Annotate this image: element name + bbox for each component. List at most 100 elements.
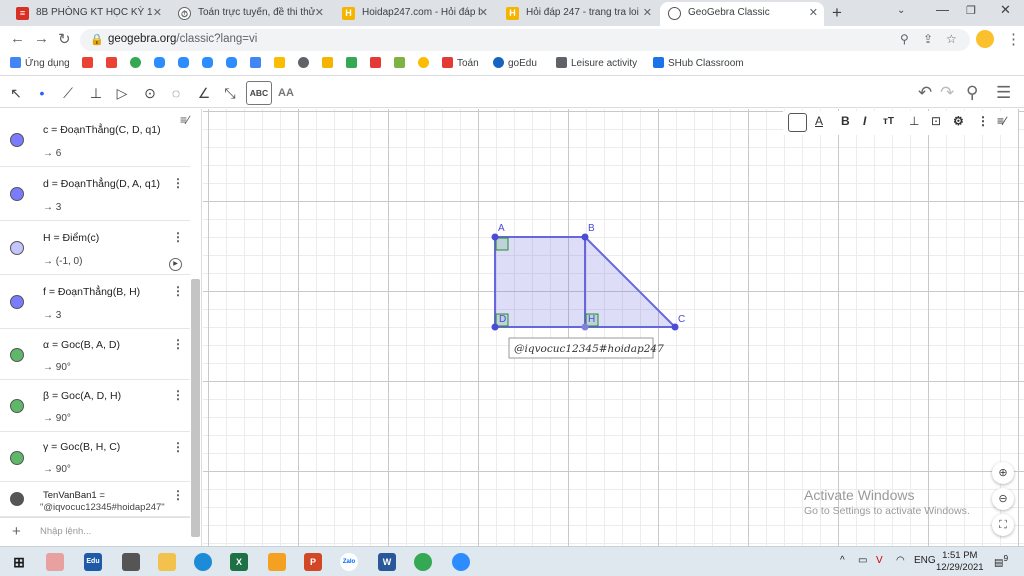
bookmark-translate[interactable] (250, 57, 265, 69)
bookmark-goedu[interactable]: goEdu (493, 57, 537, 69)
reload-icon[interactable]: ↻ (58, 30, 71, 48)
bookmark-zoom-2[interactable] (178, 57, 193, 69)
algebra-item-d[interactable]: d = ĐoạnThẳng(D, A, q1) → 3 ⋮ (0, 167, 190, 221)
text-size-icon[interactable]: тT (883, 116, 894, 127)
minimize-icon[interactable]: — (936, 2, 949, 17)
tray-chevron-icon[interactable]: ^ (840, 555, 845, 566)
more-options-icon[interactable]: ⋮ (977, 114, 989, 128)
close-tab-icon[interactable]: ✕ (809, 2, 818, 24)
browser-tab-4[interactable]: H Hỏi đáp 247 - trang tra loi ✕ (498, 2, 658, 26)
zalo-icon[interactable]: Zalo (340, 553, 358, 571)
circle-three-points-tool-icon[interactable]: ◌ (164, 81, 188, 105)
visibility-toggle-icon[interactable] (10, 187, 24, 201)
point-D[interactable] (491, 323, 499, 331)
graphics-view[interactable]: A B C D H @iqvocuc12345#hoidap247 A B I … (203, 109, 1024, 546)
restore-icon[interactable]: ❐ (966, 4, 976, 17)
undo-icon[interactable]: ↶ (918, 83, 932, 103)
settings-gear-icon[interactable]: ⚙ (953, 114, 964, 128)
bookmark-2[interactable] (82, 57, 97, 69)
visibility-toggle-icon[interactable] (10, 451, 24, 465)
search-icon[interactable]: ⚲ (966, 83, 978, 103)
bookmark-zoom-1[interactable] (154, 57, 169, 69)
system-clock[interactable]: 1:51 PM 12/29/2021 (936, 550, 984, 574)
battery-icon[interactable]: ▭ (858, 555, 867, 566)
bookmark-star-icon[interactable]: ☆ (946, 32, 957, 46)
algebra-item-f[interactable]: f = ĐoạnThẳng(B, H) → 3 ⋮ (0, 275, 190, 329)
windows-start-icon[interactable]: ⊞ (10, 553, 28, 571)
app-pinned-icon[interactable] (46, 553, 64, 571)
item-menu-icon[interactable]: ⋮ (172, 230, 184, 244)
antivirus-icon[interactable]: V (876, 555, 883, 566)
visibility-toggle-icon[interactable] (10, 133, 24, 147)
algebra-item-beta[interactable]: β = Goc(A, D, H) → 90° ⋮ (0, 380, 190, 432)
edu-app-icon[interactable]: Edu (84, 553, 102, 571)
item-menu-icon[interactable]: ⋮ (172, 488, 184, 502)
command-input[interactable]: + Nhập lệnh... (0, 517, 190, 545)
point-B[interactable] (581, 233, 589, 241)
bookmark-emoji[interactable] (418, 57, 433, 69)
bookmark-10[interactable] (274, 57, 289, 69)
edge-icon[interactable] (194, 553, 212, 571)
redo-icon[interactable]: ↷ (940, 83, 954, 103)
item-menu-icon[interactable]: ⋮ (172, 388, 184, 402)
powerpoint-icon[interactable]: P (304, 553, 322, 571)
close-tab-icon[interactable]: ✕ (643, 2, 652, 24)
bookmark-zoom-4[interactable] (226, 57, 241, 69)
text-color-icon[interactable]: A (815, 114, 823, 128)
perpendicular-tool-icon[interactable]: ⊥ (84, 81, 108, 105)
app-orange-icon[interactable] (268, 553, 286, 571)
notification-center-icon[interactable]: ▤9 (994, 553, 1008, 568)
visibility-toggle-icon[interactable] (10, 399, 24, 413)
browser-tab-3[interactable]: H Hoidap247.com - Hỏi đáp bà ✕ (334, 2, 494, 26)
algebra-item-alpha[interactable]: α = Goc(B, A, D) → 90° ⋮ (0, 329, 190, 380)
phone-icon[interactable] (122, 553, 140, 571)
algebra-item-c[interactable]: c = ĐoạnThẳng(C, D, q1) → 6 (0, 109, 190, 167)
visibility-toggle-icon[interactable] (10, 492, 24, 506)
style-tool[interactable]: AA (274, 81, 298, 105)
bookmark-shub[interactable]: SHub Classroom (653, 57, 744, 69)
back-icon[interactable]: ← (10, 30, 25, 47)
item-menu-icon[interactable]: ⋮ (172, 284, 184, 298)
algebra-item-H[interactable]: H = Điểm(c) → (-1, 0) ⋮ ▶ (0, 221, 190, 275)
zoom-app-icon[interactable] (452, 553, 470, 571)
color-picker-button[interactable] (788, 113, 807, 132)
browser-tab-geogebra[interactable]: GeoGebra Classic ✕ (660, 2, 824, 26)
zoom-icon[interactable]: ⚲ (900, 32, 909, 46)
close-tab-icon[interactable]: ✕ (153, 2, 162, 24)
browser-menu-icon[interactable]: ⋮ (1006, 30, 1021, 48)
file-explorer-icon[interactable] (158, 553, 176, 571)
algebra-scrollbar[interactable] (191, 279, 200, 537)
main-menu-icon[interactable]: ☰ (996, 83, 1011, 103)
text-tool[interactable]: ABC (246, 81, 272, 105)
chrome-icon[interactable] (414, 553, 432, 571)
bookmark-15[interactable] (394, 57, 409, 69)
new-tab-icon[interactable]: + (832, 3, 842, 23)
bold-icon[interactable]: B (841, 114, 850, 128)
bookmark-13[interactable] (346, 57, 361, 69)
forward-icon[interactable]: → (34, 30, 49, 47)
point-A[interactable] (491, 233, 499, 241)
share-icon[interactable]: ⇪ (923, 32, 933, 46)
close-tab-icon[interactable]: ✕ (479, 2, 488, 24)
circle-tool-icon[interactable]: ⊙ (138, 81, 162, 105)
angle-alpha-marker[interactable] (495, 237, 509, 251)
toggle-style-bar-icon[interactable]: ≡∕ (997, 114, 1006, 128)
bookmark-maps[interactable] (130, 57, 145, 69)
browser-tab-1[interactable]: ≡ 8B PHÒNG KT HỌC KỲ 1 - Th ✕ (8, 2, 168, 26)
lock-icon[interactable]: ⊡ (931, 114, 941, 128)
plus-icon[interactable]: + (12, 523, 21, 540)
algebra-item-text[interactable]: TenVanBan1 = "@iqvocuc12345#hoidap247" ⋮ (0, 482, 190, 517)
item-menu-icon[interactable]: ⋮ (172, 440, 184, 454)
zoom-out-icon[interactable]: ⊖ (992, 488, 1014, 510)
close-window-icon[interactable]: ✕ (1000, 2, 1011, 18)
visibility-toggle-icon[interactable] (10, 241, 24, 255)
line-tool-icon[interactable]: ⟋ (56, 81, 80, 105)
polygon-tool-icon[interactable]: ▷ (110, 81, 134, 105)
browser-tab-2[interactable]: ⏱ Toán trực tuyến, đề thi thử to ✕ (170, 2, 330, 26)
play-animation-icon[interactable]: ▶ (169, 258, 182, 271)
bookmark-leisure[interactable]: Leisure activity (556, 57, 637, 69)
bookmark-14[interactable] (370, 57, 385, 69)
bookmark-zoom-3[interactable] (202, 57, 217, 69)
tab-search-icon[interactable]: ⌄ (897, 5, 905, 16)
algebra-item-gamma[interactable]: γ = Goc(B, H, C) → 90° ⋮ (0, 432, 190, 482)
